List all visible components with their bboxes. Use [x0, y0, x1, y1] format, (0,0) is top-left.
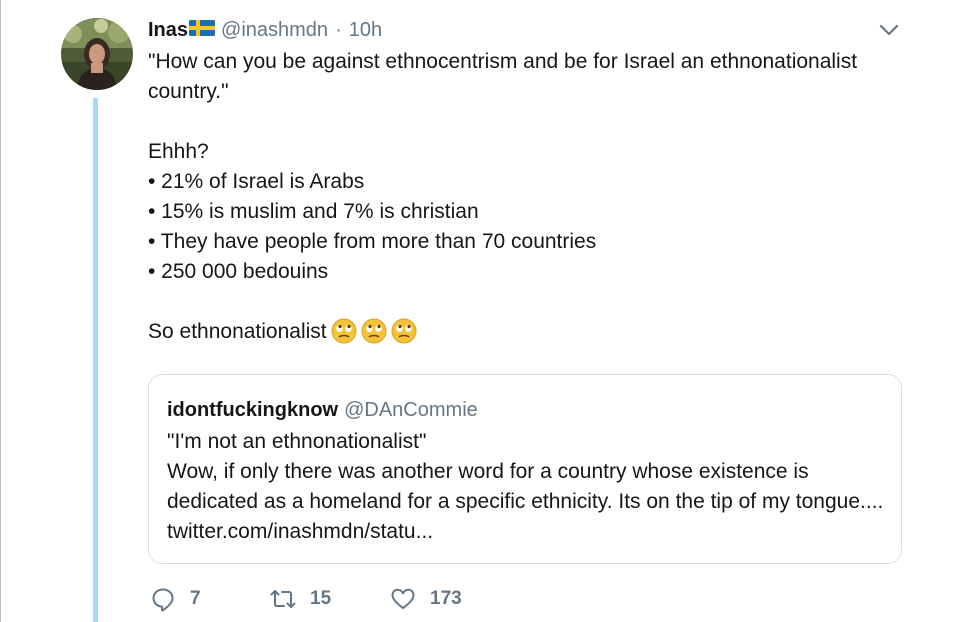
like-count: 173	[430, 588, 462, 609]
retweet-icon	[270, 590, 296, 608]
retweet-count: 15	[310, 588, 332, 609]
tweet-line: • 21% of Israel is Arabs	[148, 170, 365, 193]
separator-dot: ·	[335, 18, 342, 41]
thread-connector-line	[93, 98, 98, 622]
reply-count: 7	[190, 588, 201, 609]
quoted-tweet-text: "I'm not an ethnonationalist" Wow, if on…	[167, 427, 887, 547]
author-handle[interactable]: @inashmdn	[221, 19, 328, 42]
tweet-line: Ehhh?	[148, 140, 209, 163]
tweet-header: Inas @inashmdn · 10h	[148, 16, 382, 44]
face-with-rolling-eyes-icon	[331, 318, 357, 344]
tweet-line: So ethnonationalist	[148, 320, 327, 343]
face-with-rolling-eyes-icon	[391, 318, 417, 344]
tweet-line: "How can you be against ethnocentrism an…	[148, 50, 858, 103]
left-border	[0, 0, 1, 622]
author-name[interactable]: Inas	[148, 19, 188, 42]
tweet-last-line: So ethnonationalist	[148, 317, 888, 347]
quoted-line: "I'm not an ethnonationalist"	[167, 430, 427, 453]
tweet-line: • 15% is muslim and 7% is christian	[148, 200, 479, 223]
reply-button[interactable]: 7	[150, 584, 201, 614]
tweet-text: "How can you be against ethnocentrism an…	[148, 47, 888, 347]
reply-icon	[152, 588, 174, 612]
heart-icon	[391, 588, 415, 609]
chevron-down-icon[interactable]	[878, 22, 900, 38]
retweet-button[interactable]: 15	[270, 584, 331, 614]
quoted-author-handle: @DAnCommie	[344, 399, 478, 421]
tweet-line: • They have people from more than 70 cou…	[148, 230, 597, 253]
quoted-tweet-card[interactable]: idontfuckingknow @DAnCommie "I'm not an e…	[148, 374, 902, 564]
sweden-flag-icon	[189, 19, 216, 36]
timestamp[interactable]: 10h	[349, 19, 382, 42]
like-button[interactable]: 173	[390, 584, 462, 614]
quoted-line: Wow, if only there was another word for …	[167, 460, 884, 543]
face-with-rolling-eyes-icon	[361, 318, 387, 344]
quoted-author-name: idontfuckingknow	[167, 399, 339, 421]
avatar[interactable]	[61, 18, 133, 90]
tweet-line: • 250 000 bedouins	[148, 260, 329, 283]
quoted-tweet-header: idontfuckingknow @DAnCommie	[167, 399, 478, 422]
